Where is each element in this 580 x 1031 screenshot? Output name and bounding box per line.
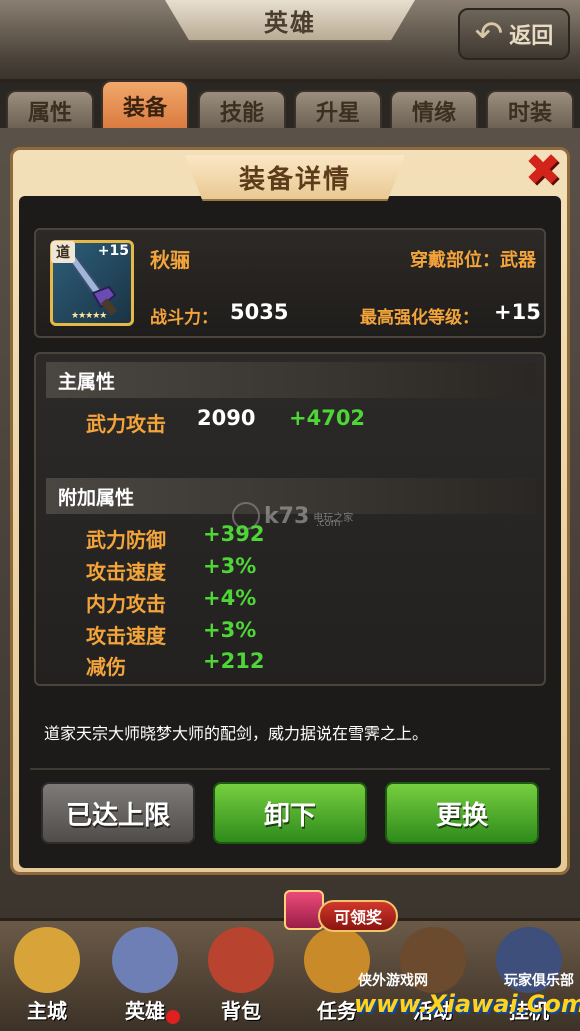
tab-star-up[interactable]: 升星 — [294, 90, 382, 130]
tab-attributes[interactable]: 属性 — [6, 90, 94, 130]
extra-attr-value: +4% — [203, 586, 257, 610]
divider — [30, 768, 550, 770]
page-title: 英雄 — [264, 8, 316, 37]
extra-attr-value: +392 — [203, 522, 265, 546]
power-label: 战斗力： — [150, 308, 218, 328]
notification-dot — [166, 1010, 180, 1024]
main-attr-name: 武力攻击 — [86, 412, 166, 436]
item-enhance-level: +15 — [97, 243, 129, 259]
close-icon[interactable]: ✖ — [520, 149, 566, 193]
main-attr-heading: 主属性 — [46, 362, 536, 398]
tab-bonds[interactable]: 情缘 — [390, 90, 478, 130]
city-icon — [14, 927, 80, 993]
extra-attr-row: 攻击速度 +3% — [86, 618, 386, 650]
bag-icon — [208, 927, 274, 993]
site-watermark-right: 玩家俱乐部 — [504, 973, 574, 989]
tab-costume[interactable]: 时装 — [486, 90, 574, 130]
tab-skills[interactable]: 技能 — [198, 90, 286, 130]
nav-label: 背包 — [221, 999, 261, 1023]
nav-label: 主城 — [27, 999, 67, 1023]
replace-button[interactable]: 更换 — [385, 782, 539, 844]
hero-icon — [112, 927, 178, 993]
maxed-button[interactable]: 已达上限 — [41, 782, 195, 844]
item-slot: 穿戴部位：武器 — [410, 250, 536, 271]
site-watermark-left: 侠外游戏网 — [358, 973, 428, 989]
extra-attr-name: 减伤 — [86, 655, 126, 679]
site-watermark-url: www.Xiawai.Com — [354, 990, 580, 1018]
nav-item-bag[interactable]: 背包 — [196, 921, 286, 1031]
extra-attr-row: 内力攻击 +4% — [86, 586, 386, 618]
max-level-value: +15 — [494, 300, 541, 324]
back-button[interactable]: ↶ 返回 — [458, 8, 570, 60]
extra-attr-row: 武力防御 +392 — [86, 522, 386, 554]
tab-equipment[interactable]: 装备 — [101, 80, 189, 130]
main-attr-base: 2090 — [197, 406, 256, 430]
extra-attr-name: 攻击速度 — [86, 624, 166, 648]
extra-attr-row: 攻击速度 +3% — [86, 554, 386, 586]
item-stars: ★★★★★ — [71, 311, 107, 321]
nav-item-main-city[interactable]: 主城 — [2, 921, 92, 1031]
item-type-tag: 道 — [51, 241, 75, 263]
back-arrow-icon: ↶ — [474, 14, 504, 54]
extra-attr-name: 攻击速度 — [86, 560, 166, 584]
modal-title: 装备详情 — [238, 164, 351, 195]
back-label: 返回 — [509, 24, 554, 49]
extra-attr-row: 减伤 +212 — [86, 649, 386, 681]
item-name: 秋骊 — [150, 248, 190, 272]
reward-badge[interactable]: 可领奖 — [318, 900, 398, 932]
modal-title-plate: 装备详情 — [185, 155, 405, 201]
extra-attr-name: 内力攻击 — [86, 592, 166, 616]
site-watermark: 侠外游戏网 玩家俱乐部 www.Xiawai.Com — [350, 970, 580, 1031]
item-description: 道家天宗大师晓梦大师的配剑，威力据说在雪霁之上。 — [44, 724, 429, 743]
extra-attr-value: +3% — [203, 618, 257, 642]
power-value: 5035 — [230, 300, 289, 324]
item-icon[interactable]: 道 +15 ★★★★★ — [50, 240, 134, 326]
extra-attr-name: 武力防御 — [86, 528, 166, 552]
top-bar: 英雄 ↶ 返回 — [0, 0, 580, 82]
tab-bar: 属性 装备 技能 升星 情缘 时装 — [6, 80, 574, 130]
extra-attr-value: +212 — [203, 649, 265, 673]
max-level-label: 最高强化等级： — [360, 308, 479, 328]
header-title-plate: 英雄 — [165, 0, 415, 42]
extra-attr-value: +3% — [203, 554, 257, 578]
main-attr-bonus: +4702 — [289, 406, 366, 430]
unequip-button[interactable]: 卸下 — [213, 782, 367, 844]
